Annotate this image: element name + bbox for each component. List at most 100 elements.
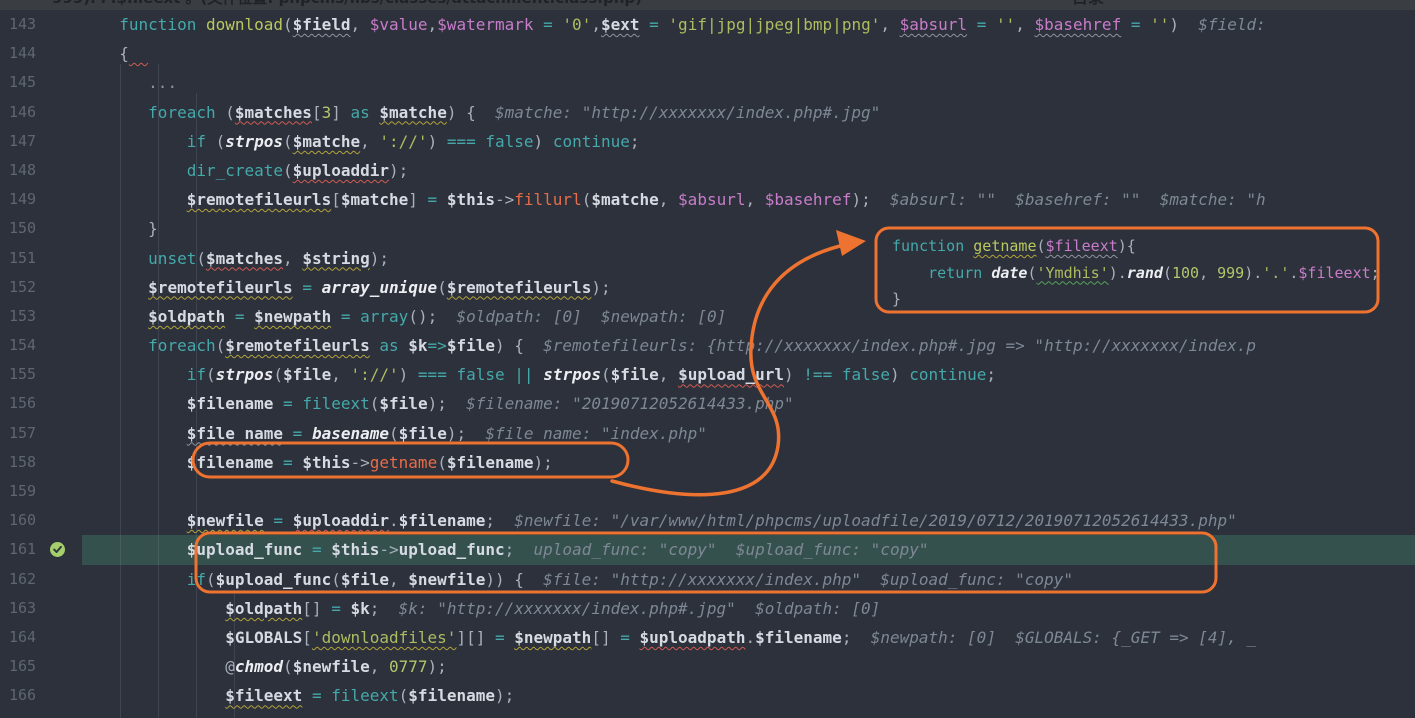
code-line-149[interactable]: 149 $remotefileurls[$matche] = $this->fi… xyxy=(0,185,1415,214)
line-number[interactable]: 158 xyxy=(0,448,100,477)
code-token xyxy=(100,453,187,472)
code-line-content[interactable]: { xyxy=(100,39,1415,68)
code-token: $filename xyxy=(408,686,495,705)
line-number[interactable]: 150 xyxy=(0,214,100,243)
code-line-content[interactable]: foreach($remotefileurls as $k=>$file) { … xyxy=(100,331,1415,360)
code-token: ( xyxy=(206,570,216,589)
line-number[interactable]: 144 xyxy=(0,39,100,68)
code-line-content[interactable]: if($upload_func($file, $newfile)) { $fil… xyxy=(100,565,1415,594)
line-number[interactable]: 165 xyxy=(0,652,100,681)
line-number[interactable]: 159 xyxy=(0,477,100,506)
code-token: $file xyxy=(447,336,495,355)
code-line-content[interactable]: $oldpath[] = $k; $k: "http://xxxxxxx/ind… xyxy=(100,594,1415,623)
code-line-145[interactable]: 145 ... xyxy=(0,68,1415,97)
code-line-content[interactable]: $filename = fileext($file); $filename: "… xyxy=(100,389,1415,418)
code-line-content[interactable]: $fileext = fileext($filename); xyxy=(100,681,1415,710)
code-line-156[interactable]: 156 $filename = fileext($file); $filenam… xyxy=(0,389,1415,418)
code-line-165[interactable]: 165 @chmod($newfile, 0777); xyxy=(0,652,1415,681)
code-line-158[interactable]: 158 $filename = $this->getname($filename… xyxy=(0,448,1415,477)
inline-debug-hint: $newpath: [0] $GLOBALS: {_GET => [4], _ xyxy=(871,628,1256,647)
code-line-content[interactable]: $remotefileurls[$matche] = $this->fillur… xyxy=(100,185,1415,214)
code-line-content[interactable]: function download($field, $value,$waterm… xyxy=(100,10,1415,39)
code-token xyxy=(832,365,842,384)
code-line-164[interactable]: 164 $GLOBALS['downloadfiles'][] = $newpa… xyxy=(0,623,1415,652)
code-token: ; xyxy=(630,132,640,151)
code-token: . xyxy=(745,628,755,647)
code-token: , xyxy=(331,365,350,384)
code-token: ( xyxy=(1037,237,1046,255)
code-line-content[interactable]: if(strpos($file, '://') === false || str… xyxy=(100,360,1415,389)
code-token: false xyxy=(485,132,533,151)
code-line-143[interactable]: 143 function download($field, $value,$wa… xyxy=(0,10,1415,39)
article-toc-link[interactable]: 目录 xyxy=(1072,0,1104,9)
line-number[interactable]: 147 xyxy=(0,127,100,156)
code-line-161[interactable]: 161 $upload_func = $this->upload_func; u… xyxy=(0,535,1415,564)
code-token: foreach xyxy=(148,103,225,122)
code-token: continue xyxy=(909,365,986,384)
line-number[interactable]: 143 xyxy=(0,10,100,39)
line-number[interactable]: 151 xyxy=(0,244,100,273)
code-line-162[interactable]: 162 if($upload_func($file, $newfile)) { … xyxy=(0,565,1415,594)
code-token: $file_name xyxy=(187,424,283,443)
code-token xyxy=(630,628,640,647)
code-area[interactable]: 143 function download($field, $value,$wa… xyxy=(0,10,1415,711)
code-token: , xyxy=(659,190,678,209)
line-number[interactable]: 146 xyxy=(0,98,100,127)
line-number[interactable]: 153 xyxy=(0,302,100,331)
line-number[interactable]: 156 xyxy=(0,389,100,418)
line-number[interactable]: 166 xyxy=(0,681,100,710)
line-number[interactable]: 157 xyxy=(0,419,100,448)
line-number[interactable]: 160 xyxy=(0,506,100,535)
code-line-154[interactable]: 154 foreach($remotefileurls as $k=>$file… xyxy=(0,331,1415,360)
code-line-148[interactable]: 148 dir_create($uploaddir); xyxy=(0,156,1415,185)
code-line-content[interactable]: dir_create($uploaddir); xyxy=(100,156,1415,185)
line-number[interactable]: 145 xyxy=(0,68,100,97)
line-number[interactable]: 161 xyxy=(0,535,100,564)
code-token: , xyxy=(283,249,302,268)
code-token xyxy=(553,15,563,34)
code-line-content[interactable]: $file_name = basename($file); $file_name… xyxy=(100,419,1415,448)
code-line-content[interactable]: $upload_func = $this->upload_func; uploa… xyxy=(100,535,1415,564)
code-token xyxy=(100,307,148,326)
code-token: [] xyxy=(591,628,620,647)
code-line-content[interactable]: $GLOBALS['downloadfiles'][] = $newpath[]… xyxy=(100,623,1415,652)
code-line-144[interactable]: 144 { xyxy=(0,39,1415,68)
code-line-content[interactable]: $newfile = $uploaddir.$filename; $newfil… xyxy=(100,506,1415,535)
code-line-content[interactable]: foreach ($matches[3] as $matche) { $matc… xyxy=(100,98,1415,127)
line-number[interactable]: 155 xyxy=(0,360,100,389)
code-token: '://' xyxy=(379,132,427,151)
code-token: $file xyxy=(611,365,659,384)
code-line-content[interactable]: if (strpos($matche, '://') === false) co… xyxy=(100,127,1415,156)
code-line-content[interactable]: $filename = $this->getname($filename); xyxy=(100,448,1415,477)
code-token xyxy=(100,628,225,647)
inline-debug-hint: $filename: "20190712052614433.php" xyxy=(466,394,794,413)
code-line-157[interactable]: 157 $file_name = basename($file); $file_… xyxy=(0,419,1415,448)
code-token: ( xyxy=(399,686,409,705)
code-line-content[interactable]: ... xyxy=(100,68,1415,97)
code-token: $k xyxy=(408,336,427,355)
code-line-159[interactable]: 159 xyxy=(0,477,1415,506)
code-line-146[interactable]: 146 foreach ($matches[3] as $matche) { $… xyxy=(0,98,1415,127)
code-token xyxy=(534,15,544,34)
line-number[interactable]: 152 xyxy=(0,273,100,302)
code-token: continue xyxy=(553,132,630,151)
line-number[interactable]: 149 xyxy=(0,185,100,214)
code-token: = xyxy=(312,540,322,559)
code-line-163[interactable]: 163 $oldpath[] = $k; $k: "http://xxxxxxx… xyxy=(0,594,1415,623)
code-token: ) xyxy=(1169,15,1179,34)
code-line-content[interactable]: @chmod($newfile, 0777); xyxy=(100,652,1415,681)
code-token: $fileext xyxy=(1046,237,1118,255)
code-line-155[interactable]: 155 if(strpos($file, '://') === false ||… xyxy=(0,360,1415,389)
code-token: $filename xyxy=(187,453,274,472)
code-line-160[interactable]: 160 $newfile = $uploaddir.$filename; $ne… xyxy=(0,506,1415,535)
line-number[interactable]: 154 xyxy=(0,331,100,360)
check-circle-icon[interactable] xyxy=(50,542,65,557)
line-number[interactable]: 162 xyxy=(0,565,100,594)
code-line-147[interactable]: 147 if (strpos($matche, '://') === false… xyxy=(0,127,1415,156)
line-number[interactable]: 163 xyxy=(0,594,100,623)
line-number[interactable]: 148 xyxy=(0,156,100,185)
code-line-166[interactable]: 166 $fileext = fileext($filename); xyxy=(0,681,1415,710)
code-token: = xyxy=(649,15,659,34)
line-number[interactable]: 164 xyxy=(0,623,100,652)
code-line-content[interactable] xyxy=(100,477,1415,506)
